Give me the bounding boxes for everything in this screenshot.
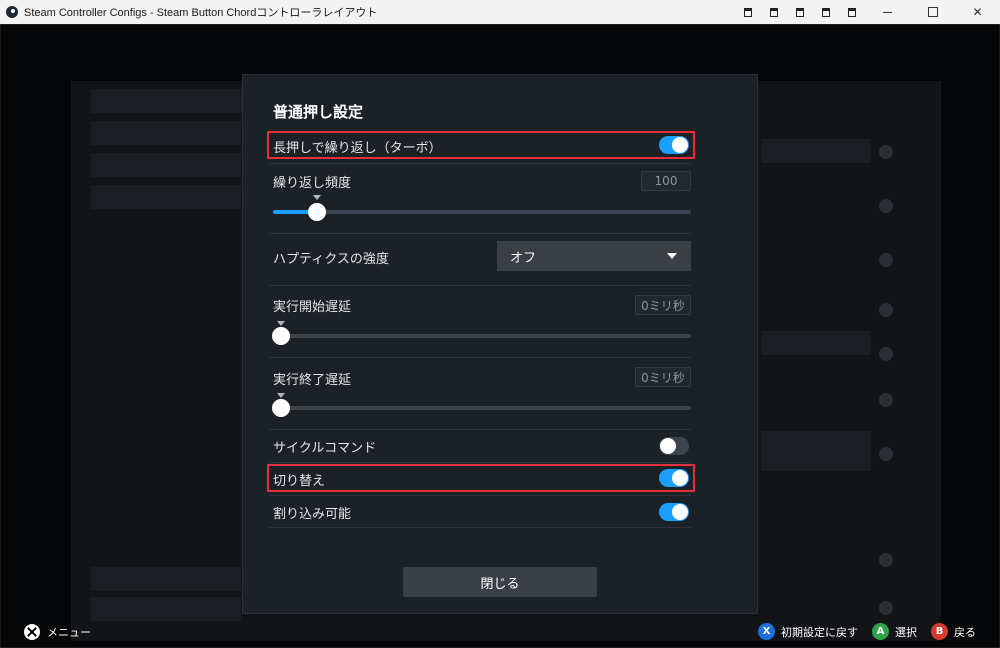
background-dot [879, 145, 893, 159]
toggle-knob [660, 438, 676, 454]
separator [269, 429, 691, 430]
reset-defaults-label[interactable]: 初期設定に戻す [781, 624, 858, 640]
minimize-icon [883, 11, 892, 13]
haptics-selected: オフ [510, 250, 537, 266]
toggle-label: 切り替え [273, 474, 326, 489]
close-icon: ✕ [972, 5, 983, 19]
cycle-command-toggle[interactable] [659, 437, 689, 455]
chevron-down-icon [667, 253, 677, 259]
xbox-icon [24, 624, 40, 640]
background-dot [879, 199, 893, 213]
background-row [91, 567, 241, 591]
slider-default-tick [277, 393, 285, 398]
turbo-toggle[interactable] [659, 136, 689, 154]
repeat-rate-slider-thumb[interactable] [308, 203, 326, 221]
end-delay-slider-thumb[interactable] [272, 399, 290, 417]
start-delay-slider-thumb[interactable] [272, 327, 290, 345]
background-dot [879, 393, 893, 407]
end-delay-slider[interactable] [272, 393, 691, 417]
window-title: Steam Controller Configs - Steam Button … [24, 7, 378, 19]
separator [269, 357, 691, 358]
layout-toggle-2-icon[interactable] [761, 0, 787, 24]
toggle-knob [672, 137, 688, 153]
turbo-label: 長押しで繰り返し（ターボ） [273, 141, 442, 156]
interruptible-toggle[interactable] [659, 503, 689, 521]
toggle-knob [672, 504, 688, 520]
start-delay-slider[interactable] [272, 321, 691, 345]
end-delay-label: 実行終了遅延 [273, 373, 352, 388]
menu-hint[interactable]: メニュー [24, 624, 91, 640]
slider-default-tick [313, 195, 321, 200]
haptics-dropdown[interactable]: オフ [497, 241, 691, 271]
background-row [91, 153, 241, 177]
background-row [761, 431, 871, 471]
b-button-icon: B [931, 623, 948, 640]
minimize-button[interactable] [865, 0, 910, 24]
background-dot [879, 601, 893, 615]
separator [269, 285, 691, 286]
interruptible-label: 割り込み可能 [273, 507, 352, 522]
separator [269, 527, 691, 528]
toggle-switch[interactable] [659, 469, 689, 487]
start-delay-label: 実行開始遅延 [273, 300, 352, 315]
window-controls: ✕ [735, 0, 1000, 24]
button-settings-dialog: 普通押し設定 長押しで繰り返し（ターボ） 繰り返し頻度 100 ハプティクスの強… [242, 74, 758, 614]
background-row [91, 185, 241, 209]
background-dot [879, 347, 893, 361]
back-label[interactable]: 戻る [954, 624, 976, 640]
background-dot [879, 553, 893, 567]
controller-hints: X 初期設定に戻す A 選択 B 戻る [744, 623, 976, 640]
separator [269, 163, 691, 164]
background-row [91, 597, 241, 621]
layout-toggle-1-icon[interactable] [735, 0, 761, 24]
separator [269, 462, 691, 463]
window-title-bar: Steam Controller Configs - Steam Button … [0, 0, 1000, 24]
layout-toggle-3-icon[interactable] [787, 0, 813, 24]
toggle-highlight [267, 464, 695, 492]
dialog-title: 普通押し設定 [273, 103, 364, 121]
close-button[interactable]: 閉じる [403, 567, 597, 597]
x-button-icon: X [758, 623, 775, 640]
background-row [761, 331, 871, 355]
maximize-icon [927, 7, 938, 17]
layout-toggle-4-icon[interactable] [813, 0, 839, 24]
steam-icon [6, 6, 18, 18]
close-window-button[interactable]: ✕ [955, 0, 1000, 24]
haptics-label: ハプティクスの強度 [273, 252, 389, 267]
repeat-rate-value[interactable]: 100 [641, 171, 691, 191]
layout-toggle-5-icon[interactable] [839, 0, 865, 24]
separator [269, 233, 691, 234]
repeat-rate-label: 繰り返し頻度 [273, 176, 352, 191]
background-dot [879, 253, 893, 267]
repeat-rate-slider[interactable] [273, 195, 691, 221]
select-label[interactable]: 選択 [895, 624, 917, 640]
slider-default-tick [277, 321, 285, 326]
end-delay-value[interactable]: 0ミリ秒 [635, 367, 691, 387]
background-dot [879, 447, 893, 461]
start-delay-value[interactable]: 0ミリ秒 [635, 295, 691, 315]
menu-label: メニュー [47, 626, 91, 639]
a-button-icon: A [872, 623, 889, 640]
background-row [761, 139, 871, 163]
separator [269, 495, 691, 496]
maximize-button[interactable] [910, 0, 955, 24]
background-dot [879, 303, 893, 317]
cycle-command-label: サイクルコマンド [273, 441, 377, 456]
background-row [91, 121, 241, 145]
toggle-knob [672, 470, 688, 486]
